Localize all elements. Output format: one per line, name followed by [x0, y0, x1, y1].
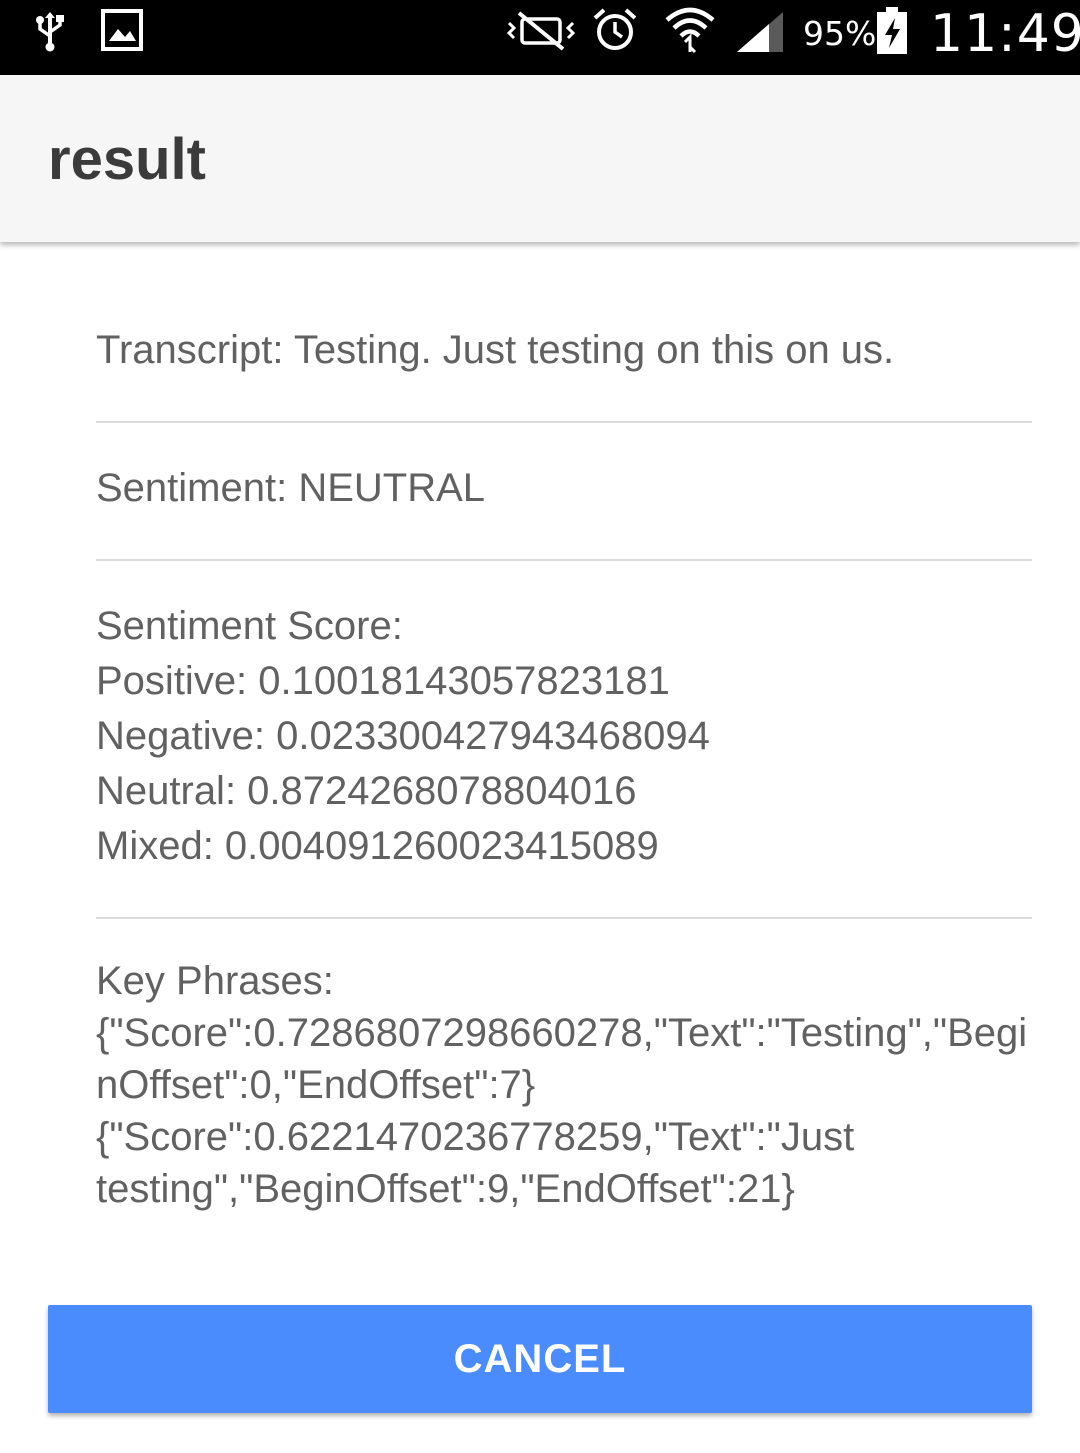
divider — [96, 421, 1032, 423]
transcript-text: Transcript: Testing. Just testing on thi… — [96, 328, 895, 372]
status-clock: 11:49 — [930, 4, 1080, 64]
key-phrases-text: Key Phrases: {"Score":0.7286807298660278… — [96, 959, 1028, 1211]
divider — [96, 917, 1032, 919]
wifi-icon — [665, 7, 715, 54]
app-bar: result — [0, 75, 1080, 242]
status-bar: 95% 11:49 — [0, 0, 1080, 75]
sentiment-text: Sentiment: NEUTRAL — [96, 466, 486, 510]
cancel-button[interactable]: CANCEL — [48, 1305, 1032, 1413]
page-title: result — [48, 127, 206, 192]
vibrate-mute-icon — [506, 11, 576, 51]
sentiment-score-text: Sentiment Score: Positive: 0.10018143057… — [96, 604, 710, 868]
result-content: Transcript: Testing. Just testing on thi… — [96, 242, 1032, 1215]
usb-icon — [36, 12, 64, 52]
battery-percent: 95% — [803, 14, 877, 53]
image-icon — [101, 9, 143, 51]
divider — [96, 559, 1032, 561]
alarm-icon — [593, 8, 637, 50]
signal-icon — [737, 12, 783, 52]
battery-charging-icon — [877, 7, 907, 54]
